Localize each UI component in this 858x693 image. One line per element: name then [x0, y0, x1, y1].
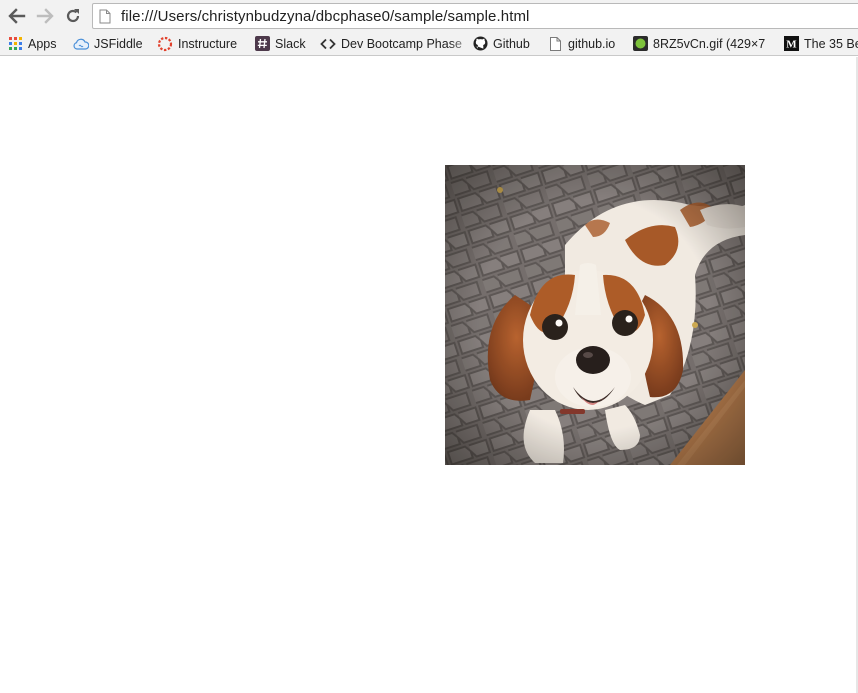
bookmark-slack[interactable]: Slack	[254, 35, 306, 52]
bookmark-label: Github	[493, 36, 530, 51]
bookmark-dev-bootcamp[interactable]: Dev Bootcamp Phase	[320, 35, 476, 52]
bookmark-label: github.io	[568, 36, 616, 51]
reload-button[interactable]	[61, 4, 85, 28]
bookmark-label: Apps	[28, 36, 57, 51]
arrow-left-icon	[8, 8, 26, 24]
address-bar[interactable]: file:///Users/christynbudzyna/dbcphase0/…	[92, 3, 858, 29]
dog-photo	[445, 165, 745, 465]
bookmark-jsfiddle[interactable]: JSFiddle	[73, 35, 143, 52]
bookmark-instructure[interactable]: Instructure	[157, 35, 237, 52]
apps-grid-icon	[7, 36, 23, 52]
bookmark-apps[interactable]: Apps	[7, 35, 57, 52]
bookmark-github[interactable]: Github	[472, 35, 530, 52]
bookmark-label: JSFiddle	[94, 36, 143, 51]
github-octocat-icon	[472, 36, 488, 52]
reload-icon	[66, 9, 80, 23]
browser-toolbar: file:///Users/christynbudzyna/dbcphase0/…	[0, 0, 858, 31]
forward-button[interactable]	[33, 4, 57, 28]
page-icon	[547, 36, 563, 52]
slack-hash-icon	[254, 36, 270, 52]
page-icon	[99, 8, 113, 24]
bookmarks-bar: Apps JSFiddle Instructure Slack Dev Boot…	[0, 31, 858, 56]
code-brackets-icon	[320, 36, 336, 52]
bookmark-gif[interactable]: 8RZ5vCn.gif (429×7	[632, 35, 785, 52]
bookmark-medium[interactable]: M The 35 Be	[783, 35, 858, 52]
url-text[interactable]: file:///Users/christynbudzyna/dbcphase0/…	[121, 8, 530, 25]
bookmark-label: The 35 Be	[804, 36, 858, 51]
bookmark-label: 8RZ5vCn.gif (429×7	[653, 36, 766, 51]
bookmark-label: Slack	[275, 36, 306, 51]
bookmark-label: Instructure	[178, 36, 238, 51]
jsfiddle-cloud-icon	[73, 36, 89, 52]
bookmark-github-io[interactable]: github.io	[547, 35, 615, 52]
bookmark-label: Dev Bootcamp Phase	[341, 36, 462, 51]
back-button[interactable]	[5, 4, 29, 28]
gif-thumbnail-icon	[632, 36, 648, 52]
arrow-right-icon	[36, 8, 54, 24]
svg-text:M: M	[786, 39, 797, 51]
instructure-icon	[157, 36, 173, 52]
medium-m-icon: M	[783, 36, 799, 52]
